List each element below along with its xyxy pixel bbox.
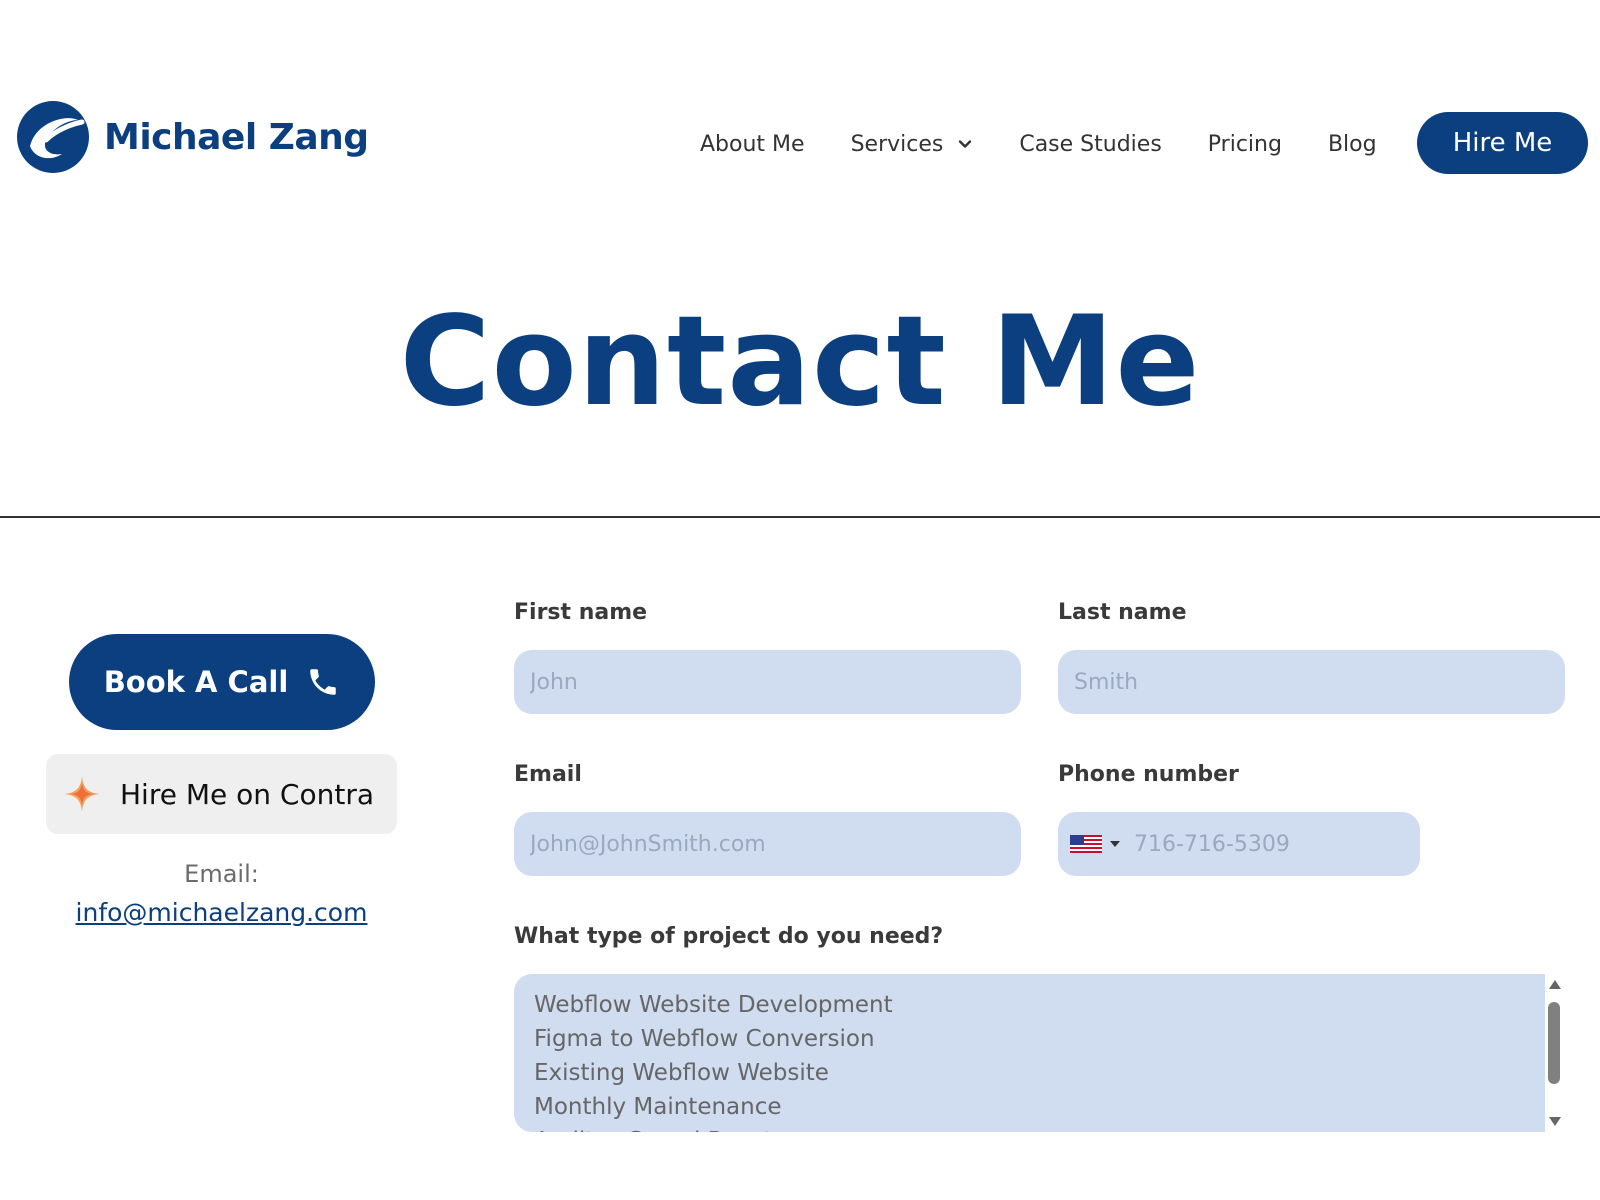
- first-name-field[interactable]: [514, 650, 1021, 714]
- book-a-call-button[interactable]: Book A Call: [69, 634, 375, 730]
- nav-item-label: Case Studies: [1019, 131, 1162, 157]
- phone-number-label: Phone number: [1058, 762, 1239, 787]
- listbox-scrollbar[interactable]: [1545, 974, 1563, 1132]
- last-name-field[interactable]: [1058, 650, 1565, 714]
- email-link[interactable]: info@michaelzang.com: [46, 898, 397, 927]
- nav-item-label: Services: [850, 131, 944, 157]
- page-title: Contact Me: [399, 290, 1201, 434]
- project-type-label: What type of project do you need?: [514, 924, 944, 949]
- us-flag-icon[interactable]: [1070, 835, 1102, 853]
- scroll-thumb[interactable]: [1548, 1002, 1560, 1084]
- email-label: Email:: [184, 860, 259, 888]
- nav-item-case-studies[interactable]: Case Studies: [1019, 132, 1161, 157]
- list-item[interactable]: Existing Webflow Website: [534, 1056, 1525, 1090]
- nav-item-label: About Me: [700, 131, 805, 157]
- contra-label: Hire Me on Contra: [120, 777, 374, 811]
- chevron-down-icon: [959, 140, 972, 148]
- phone-icon: [310, 669, 337, 695]
- list-item[interactable]: Monthly Maintenance: [534, 1090, 1525, 1124]
- last-name-label: Last name: [1058, 600, 1187, 625]
- nav-item-about-me[interactable]: About Me: [700, 132, 805, 157]
- section-divider: [0, 516, 1600, 518]
- phone-number-field: [1058, 812, 1420, 876]
- project-type-listbox[interactable]: Webflow Website Development Figma to Web…: [514, 974, 1545, 1132]
- list-item[interactable]: Webflow Website Development: [534, 988, 1525, 1022]
- nav-item-label: Blog: [1327, 131, 1377, 157]
- main-nav: About Me Services Case Studies Pricing B…: [700, 112, 1423, 176]
- nav-item-blog[interactable]: Blog: [1328, 132, 1377, 157]
- caret-down-icon[interactable]: [1110, 841, 1120, 847]
- nav-item-label: Pricing: [1207, 131, 1282, 157]
- list-item[interactable]: Audit + Speed Boost: [534, 1124, 1525, 1132]
- scroll-up-arrow-icon[interactable]: [1549, 980, 1561, 989]
- sparkle-star-icon: [64, 776, 100, 812]
- scroll-down-arrow-icon[interactable]: [1549, 1117, 1561, 1126]
- phone-number-input[interactable]: [1134, 831, 1420, 857]
- nav-item-pricing[interactable]: Pricing: [1208, 132, 1282, 157]
- hire-me-button[interactable]: Hire Me: [1417, 112, 1588, 174]
- first-name-label: First name: [514, 600, 648, 625]
- book-a-call-label: Book A Call: [103, 665, 289, 699]
- email-field[interactable]: [514, 812, 1021, 876]
- list-item[interactable]: Figma to Webflow Conversion: [534, 1022, 1525, 1056]
- hire-me-on-contra-button[interactable]: Hire Me on Contra: [46, 754, 397, 834]
- nav-item-services[interactable]: Services: [851, 132, 974, 157]
- email-field-label: Email: [514, 762, 582, 787]
- logo-mark-icon: [17, 101, 89, 173]
- brand-logo[interactable]: Michael Zang: [16, 100, 369, 174]
- site-header: Michael Zang About Me Services Case Stud…: [0, 0, 1600, 240]
- brand-name: Michael Zang: [104, 116, 369, 158]
